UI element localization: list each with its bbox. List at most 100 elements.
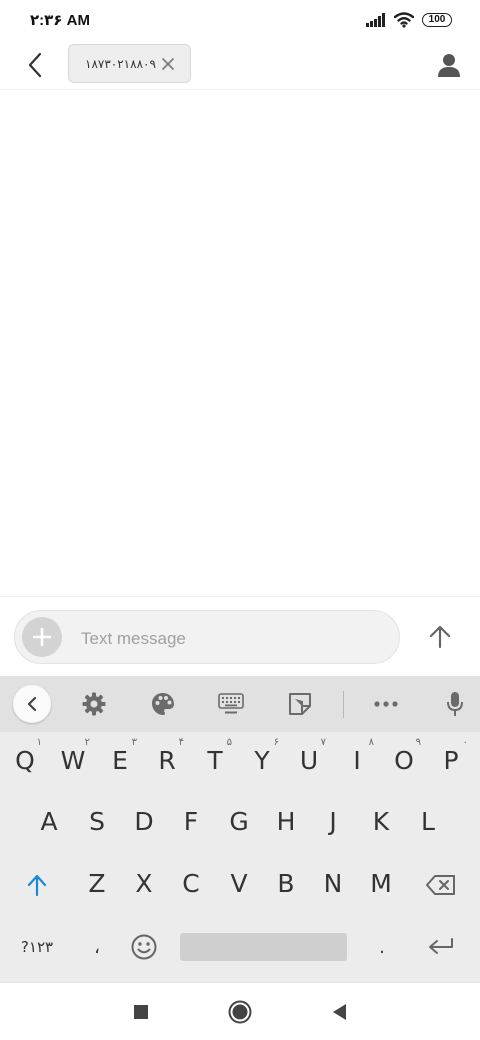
- key-c[interactable]: C: [168, 855, 214, 911]
- key-j[interactable]: J: [310, 793, 356, 849]
- recipient-chip[interactable]: ۱۸۷۳۰۲۱۸۸۰۹: [68, 44, 191, 83]
- key-label: G: [229, 806, 249, 836]
- back-button[interactable]: [18, 48, 52, 82]
- key-w[interactable]: W۲: [50, 732, 96, 788]
- message-input[interactable]: Text message: [14, 610, 400, 664]
- key-label: P: [443, 745, 459, 775]
- sticker-icon: [289, 693, 311, 715]
- battery-level: 100: [428, 14, 446, 25]
- key-u[interactable]: U۷: [286, 732, 332, 788]
- key-label: V: [230, 868, 248, 898]
- keyboard-icon: [218, 693, 244, 714]
- toolbar-divider: [343, 691, 344, 718]
- gear-icon: [82, 692, 106, 716]
- key-x[interactable]: X: [121, 855, 167, 911]
- backspace-key[interactable]: [418, 857, 464, 913]
- key-label: N: [323, 868, 343, 898]
- key-h[interactable]: H: [263, 793, 309, 849]
- contact-button[interactable]: [432, 48, 466, 82]
- triangle-back-icon: [333, 1004, 346, 1020]
- sticker-button[interactable]: [282, 686, 318, 722]
- key-label: T: [207, 745, 223, 775]
- key-b[interactable]: B: [263, 855, 309, 911]
- emoji-icon: [131, 934, 157, 960]
- shift-key[interactable]: [14, 857, 60, 913]
- keyboard-toolbar: [0, 676, 480, 732]
- key-label: W: [60, 745, 86, 775]
- key-d[interactable]: D: [121, 793, 167, 849]
- key-hint: ۱: [36, 737, 42, 748]
- shift-arrow-icon: [27, 874, 47, 896]
- compose-bar: Text message: [0, 596, 480, 676]
- key-label: J: [329, 806, 337, 836]
- key-label: C: [182, 868, 200, 898]
- more-icon: [374, 701, 398, 707]
- key-label: A: [40, 806, 58, 836]
- period-key[interactable]: .: [359, 919, 405, 975]
- key-label: S: [89, 806, 105, 836]
- key-s[interactable]: S: [74, 793, 120, 849]
- key-label: D: [134, 806, 154, 836]
- key-f[interactable]: F: [168, 793, 214, 849]
- attach-button[interactable]: [22, 617, 62, 657]
- keyboard-mode-button[interactable]: [213, 686, 249, 722]
- arrow-up-icon: [429, 625, 451, 649]
- key-label: F: [183, 806, 199, 836]
- settings-button[interactable]: [76, 686, 112, 722]
- key-label: X: [135, 868, 153, 898]
- chevron-left-icon: [27, 696, 37, 712]
- key-v[interactable]: V: [216, 855, 262, 911]
- key-label: E: [112, 745, 128, 775]
- key-n[interactable]: N: [310, 855, 356, 911]
- toolbar-collapse-button[interactable]: [13, 685, 51, 723]
- key-o[interactable]: O۹: [381, 732, 427, 788]
- key-hint: ۵: [226, 737, 232, 748]
- key-g[interactable]: G: [216, 793, 262, 849]
- key-z[interactable]: Z: [74, 855, 120, 911]
- key-y[interactable]: Y۶: [239, 732, 285, 788]
- key-i[interactable]: I۸: [334, 732, 380, 788]
- key-m[interactable]: M: [358, 855, 404, 911]
- key-label: R: [158, 745, 176, 775]
- home-button[interactable]: [225, 997, 255, 1027]
- key-label: Z: [88, 868, 106, 898]
- key-label: H: [276, 806, 296, 836]
- key-l[interactable]: L: [405, 793, 451, 849]
- key-e[interactable]: E۳: [97, 732, 143, 788]
- emoji-key[interactable]: [121, 919, 167, 975]
- key-label: B: [277, 868, 295, 898]
- space-key[interactable]: [180, 933, 347, 961]
- key-q[interactable]: Q۱: [2, 732, 48, 788]
- palette-icon: [152, 693, 174, 715]
- system-nav-bar: [0, 982, 480, 1040]
- key-k[interactable]: K: [358, 793, 404, 849]
- close-icon[interactable]: [160, 56, 176, 72]
- symbols-key[interactable]: ?۱۲۳: [14, 919, 60, 975]
- backspace-icon: [426, 875, 455, 895]
- key-hint: ۷: [320, 737, 326, 748]
- key-label: .: [379, 936, 385, 958]
- comma-key[interactable]: ،: [74, 919, 120, 975]
- enter-key[interactable]: [418, 919, 464, 975]
- voice-input-button[interactable]: [437, 686, 473, 722]
- key-a[interactable]: A: [26, 793, 72, 849]
- key-hint: ۳: [131, 737, 137, 748]
- nav-back-button[interactable]: [324, 997, 354, 1027]
- status-time: ۲:۳۶ AM: [30, 12, 90, 29]
- key-label: L: [421, 806, 435, 836]
- back-arrow-icon: [28, 52, 42, 78]
- theme-button[interactable]: [145, 686, 181, 722]
- key-label: I: [353, 745, 361, 775]
- key-p[interactable]: P۰: [428, 732, 474, 788]
- more-button[interactable]: [368, 686, 404, 722]
- conversation-header: ۱۸۷۳۰۲۱۸۸۰۹: [0, 40, 480, 90]
- key-r[interactable]: R۴: [144, 732, 190, 788]
- message-placeholder: Text message: [81, 629, 186, 648]
- wifi-icon: [394, 12, 414, 28]
- square-icon: [134, 1005, 148, 1019]
- enter-icon: [429, 938, 453, 954]
- send-button[interactable]: [420, 617, 460, 657]
- key-t[interactable]: T۵: [192, 732, 238, 788]
- recents-button[interactable]: [126, 997, 156, 1027]
- key-label: Q: [15, 745, 35, 775]
